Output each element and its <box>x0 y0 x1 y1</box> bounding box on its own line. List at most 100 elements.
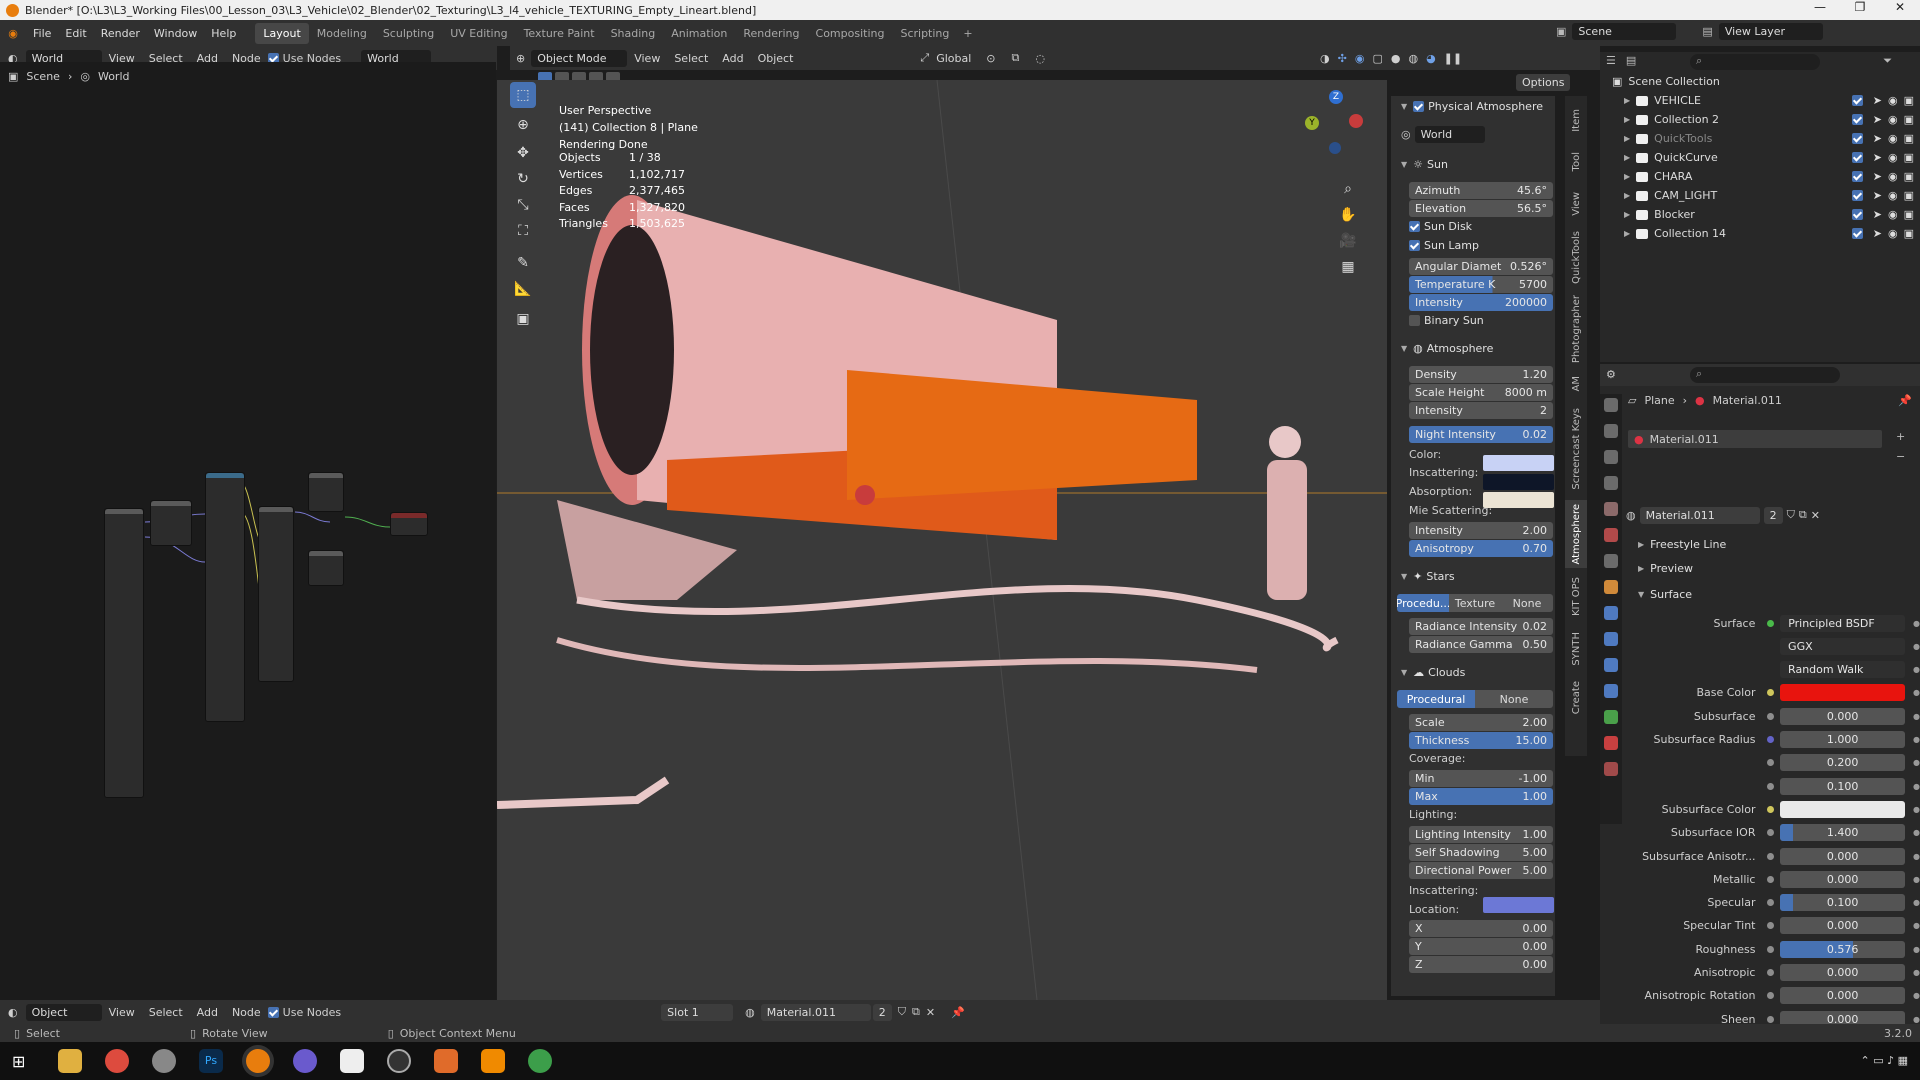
shader-dropdown[interactable]: GGX <box>1780 637 1906 655</box>
navigation-gizmo[interactable]: Z Y <box>1299 88 1369 158</box>
sun-disk-checkbox[interactable] <box>1409 221 1420 232</box>
view-layer-selector[interactable]: View Layer <box>1718 23 1823 40</box>
cloud-thickness-field[interactable]: Thickness 15.00 <box>1409 732 1553 749</box>
proportional-edit-icon[interactable]: ◌ <box>1027 52 1053 65</box>
visibility-icon[interactable]: ◑ <box>1320 52 1330 65</box>
pause-icon[interactable]: ❚❚ <box>1444 52 1462 65</box>
tab-quicktools[interactable]: QuickTools <box>1565 226 1587 288</box>
stars-mode-texture[interactable]: Texture <box>1449 594 1501 612</box>
density-field[interactable]: Density 1.20 <box>1409 366 1553 383</box>
number-field[interactable]: 0.576 <box>1780 940 1906 958</box>
material-users-count[interactable]: 2 <box>1763 506 1783 524</box>
measure-tool-icon[interactable]: 📐 <box>510 276 536 302</box>
coverage-min-field[interactable]: Min -1.00 <box>1409 770 1553 787</box>
select-arrow-icon[interactable]: ➤ <box>1873 113 1882 126</box>
radiance-gamma-field[interactable]: Radiance Gamma 0.50 <box>1409 636 1553 653</box>
xray-icon[interactable]: ▢ <box>1372 52 1382 65</box>
atmosphere-inscattering-swatch[interactable] <box>1483 474 1554 490</box>
app-icon[interactable] <box>293 1049 317 1073</box>
collapse-chevron-icon[interactable]: ▼ <box>1401 102 1407 111</box>
scale-tool-icon[interactable]: ⤡ <box>510 192 536 218</box>
freestyle-line-section[interactable]: ▶ Freestyle Line <box>1628 534 1726 554</box>
exclude-checkbox[interactable] <box>1851 152 1863 163</box>
keyframe-dot-icon[interactable]: ● <box>1913 665 1920 674</box>
menu-file[interactable]: File <box>26 27 58 40</box>
number-field[interactable]: 1.000 <box>1780 731 1906 748</box>
keyframe-dot-icon[interactable]: ● <box>1913 898 1920 907</box>
shading-rendered-icon[interactable]: ◕ <box>1426 52 1436 65</box>
keyframe-dot-icon[interactable]: ● <box>1913 991 1920 1000</box>
slot-dropdown[interactable]: Slot 1 <box>661 1003 734 1021</box>
stars-mode-none[interactable]: None <box>1501 594 1553 612</box>
directional-power-field[interactable]: Directional Power 5.00 <box>1409 862 1553 879</box>
self-shadowing-field[interactable]: Self Shadowing 5.00 <box>1409 844 1553 861</box>
keyframe-dot-icon[interactable]: ● <box>1913 968 1920 977</box>
tab-view[interactable]: View <box>1565 184 1587 224</box>
tab-output-icon[interactable] <box>1604 450 1618 464</box>
socket-dot-icon[interactable] <box>1767 805 1775 813</box>
add-workspace-button[interactable]: + <box>957 27 978 40</box>
node-gamma[interactable] <box>308 550 344 586</box>
overlay-icon[interactable]: ◉ <box>1355 52 1365 65</box>
socket-dot-icon[interactable] <box>1767 712 1775 720</box>
expand-chevron-icon[interactable]: ▶ <box>1624 134 1630 143</box>
outliner-row[interactable]: ▶ CAM_LIGHT ➤ ◉ ▣ <box>1600 186 1920 205</box>
menu-view[interactable]: View <box>627 52 667 65</box>
cursor-tool-icon[interactable]: ⊕ <box>510 112 536 138</box>
menu-select[interactable]: Select <box>142 1006 190 1019</box>
move-tool-icon[interactable]: ✥ <box>510 140 536 166</box>
scale-height-field[interactable]: Scale Height 8000 m <box>1409 384 1553 401</box>
socket-dot-icon[interactable] <box>1767 875 1775 883</box>
keyframe-dot-icon[interactable]: ● <box>1913 712 1920 721</box>
physical-atmosphere-toggle[interactable] <box>1413 100 1425 112</box>
sun-lamp-checkbox[interactable] <box>1409 240 1420 251</box>
outliner-row[interactable]: ▶ CHARA ➤ ◉ ▣ <box>1600 167 1920 186</box>
remove-slot-icon[interactable]: − <box>1896 450 1905 463</box>
preview-section[interactable]: ▶ Preview <box>1628 558 1693 578</box>
socket-dot-icon[interactable] <box>1767 969 1775 976</box>
menu-add[interactable]: Add <box>190 1006 225 1019</box>
tab-rendering[interactable]: Rendering <box>735 23 807 44</box>
select-box-tool-icon[interactable]: ⬚ <box>510 82 536 108</box>
unlink-icon[interactable]: ✕ <box>1811 509 1820 522</box>
tab-tool[interactable]: Tool <box>1565 142 1587 182</box>
tab-material-icon[interactable] <box>1604 736 1618 750</box>
shader-dropdown[interactable]: Random Walk <box>1780 661 1906 679</box>
tab-compositing[interactable]: Compositing <box>808 23 893 44</box>
ortho-grid-icon[interactable]: ▦ <box>1335 254 1361 280</box>
select-arrow-icon[interactable]: ➤ <box>1873 151 1882 164</box>
menu-view[interactable]: View <box>102 1006 142 1019</box>
camera-icon[interactable]: ▣ <box>1904 227 1914 240</box>
chrome-icon[interactable] <box>105 1049 129 1073</box>
number-field[interactable]: 0.100 <box>1780 894 1906 912</box>
socket-dot-icon[interactable] <box>1767 829 1775 837</box>
socket-dot-icon[interactable] <box>1767 899 1775 907</box>
socket-dot-icon[interactable] <box>1767 689 1775 697</box>
tab-layout[interactable]: Layout <box>255 22 309 44</box>
material-browse-icon[interactable]: ◍ <box>1626 509 1636 522</box>
mie-intensity-field[interactable]: Intensity 2.00 <box>1409 522 1553 539</box>
outliner-row[interactable]: ▶ QuickCurve ➤ ◉ ▣ <box>1600 148 1920 167</box>
node-math[interactable] <box>205 472 245 722</box>
keyframe-dot-icon[interactable]: ● <box>1913 758 1920 767</box>
brave-icon[interactable] <box>434 1049 458 1073</box>
atmosphere-absorption-swatch[interactable] <box>1483 492 1554 508</box>
pivot-icon[interactable]: ⊙ <box>978 52 1003 65</box>
clouds-mode-procedural[interactable]: Procedural <box>1397 690 1475 708</box>
transform-tool-icon[interactable]: ⛶ <box>510 218 536 244</box>
expand-chevron-icon[interactable]: ▶ <box>1624 172 1630 181</box>
camera-icon[interactable]: ▣ <box>1904 208 1914 221</box>
keyframe-dot-icon[interactable]: ● <box>1913 875 1920 884</box>
minimize-button[interactable]: — <box>1800 0 1840 14</box>
exclude-checkbox[interactable] <box>1851 190 1863 201</box>
binary-sun-checkbox[interactable] <box>1409 315 1420 326</box>
menu-help[interactable]: Help <box>204 27 243 40</box>
close-button[interactable]: ✕ <box>1880 0 1920 14</box>
tab-animation[interactable]: Animation <box>663 23 735 44</box>
menu-window[interactable]: Window <box>147 27 204 40</box>
tab-photographer[interactable]: Photographer <box>1565 292 1587 366</box>
select-arrow-icon[interactable]: ➤ <box>1873 94 1882 107</box>
tab-screencast-keys[interactable]: Screencast Keys <box>1565 402 1587 496</box>
keyframe-dot-icon[interactable]: ● <box>1913 782 1920 791</box>
tab-tool-icon[interactable] <box>1604 398 1618 412</box>
